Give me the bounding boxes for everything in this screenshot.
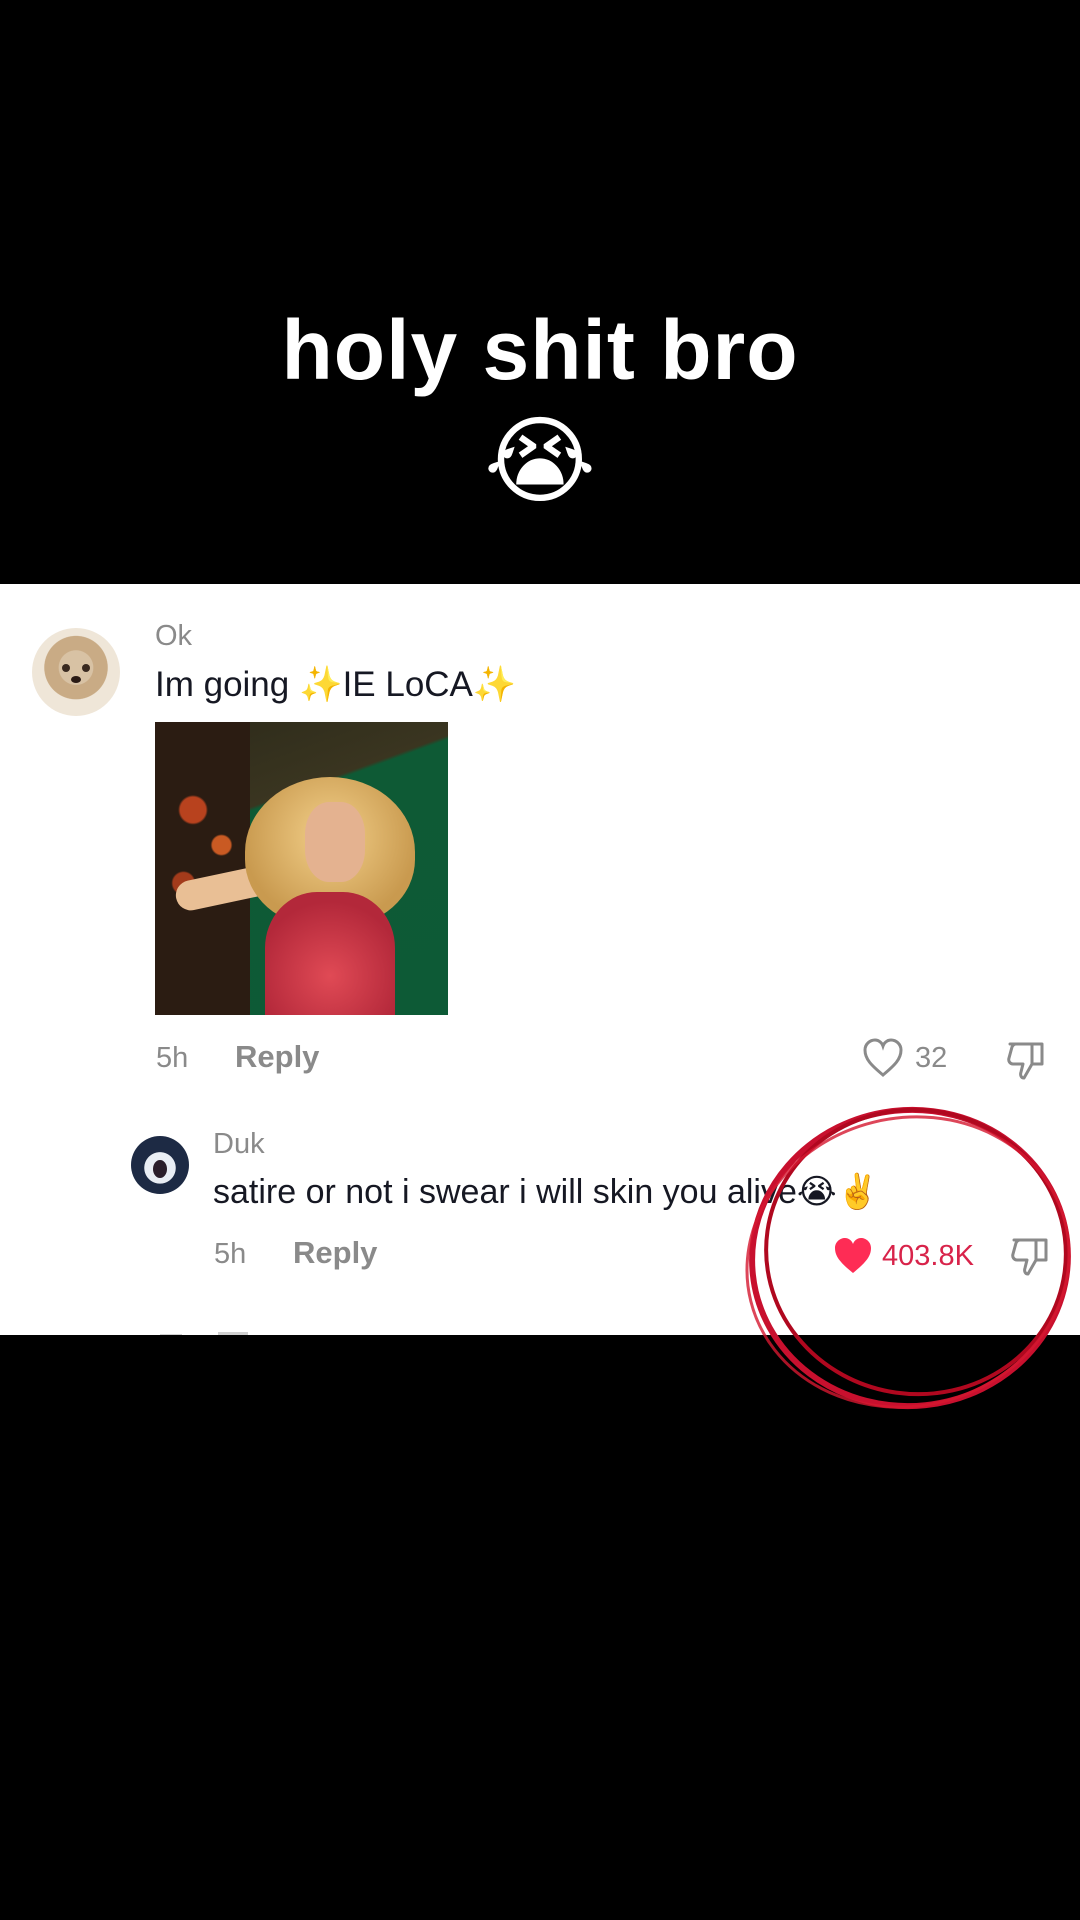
comment-text: satire or not i swear i will skin you al… bbox=[213, 1173, 879, 1211]
avatar[interactable] bbox=[32, 628, 120, 716]
comment-text: Im going ✨IE LoCA✨ bbox=[155, 664, 517, 705]
comment-username[interactable]: Ok bbox=[155, 620, 192, 653]
comment-time: 5h bbox=[156, 1042, 189, 1074]
reply-button[interactable]: Reply bbox=[235, 1039, 319, 1075]
like-count: 403.8K bbox=[882, 1240, 974, 1272]
caption-text: holy shit bro bbox=[281, 303, 799, 397]
like-count: 32 bbox=[915, 1042, 948, 1074]
reply-button[interactable]: Reply bbox=[293, 1235, 377, 1271]
thumbs-down-icon[interactable] bbox=[1004, 1038, 1048, 1082]
comment-text-prefix: Im going bbox=[155, 665, 299, 704]
sparkle-icon: ✨ bbox=[472, 665, 517, 704]
avatar[interactable] bbox=[131, 1136, 189, 1194]
comment-username[interactable]: Duk bbox=[213, 1128, 265, 1161]
comment-time: 5h bbox=[214, 1238, 247, 1270]
comment-gif[interactable] bbox=[155, 722, 448, 1015]
heart-outline-icon[interactable] bbox=[862, 1038, 904, 1078]
thumbs-down-icon[interactable] bbox=[1008, 1234, 1052, 1278]
comment-text-middle: IE LoCA bbox=[342, 665, 473, 704]
sparkle-icon: ✨ bbox=[298, 665, 343, 704]
crying-emoji: 😭 bbox=[483, 405, 597, 517]
comment-panel: Ok Im going ✨IE LoCA✨ 5h Reply 32 Duk sa… bbox=[0, 584, 1080, 1335]
heart-filled-icon[interactable] bbox=[832, 1236, 874, 1276]
next-comment-peek bbox=[160, 1332, 248, 1335]
video-caption: holy shit bro 😭 bbox=[0, 300, 1080, 516]
